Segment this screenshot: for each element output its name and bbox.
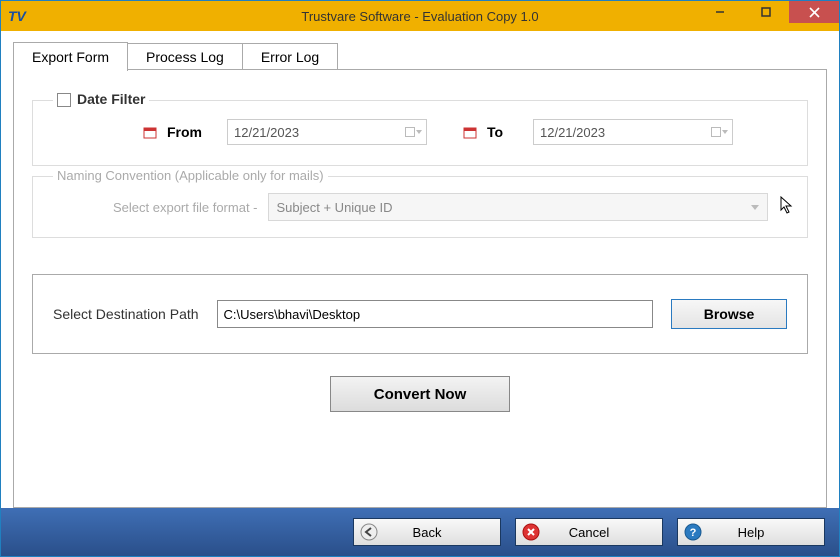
date-row: From 12/21/2023 To 12/21/2023 [143,119,787,145]
back-arrow-icon [360,523,378,541]
convert-row: Convert Now [32,376,808,412]
destination-group: Select Destination Path Browse [32,274,808,354]
close-button[interactable] [789,1,839,23]
date-filter-checkbox[interactable] [57,93,71,107]
tab-error-log[interactable]: Error Log [242,43,338,72]
app-window: TV Trustvare Software - Evaluation Copy … [0,0,840,557]
back-button[interactable]: Back [353,518,501,546]
export-form-content: Date Filter From 12/21/2023 To [14,70,826,422]
minimize-button[interactable] [697,1,743,23]
window-controls [697,1,839,31]
browse-label: Browse [704,306,755,322]
from-date-input[interactable]: 12/21/2023 [227,119,427,145]
footer-bar: Back Cancel ? Help [1,508,839,556]
date-filter-title: Date Filter [53,91,149,107]
app-logo: TV [7,5,29,27]
help-label: Help [738,525,765,540]
from-date-value: 12/21/2023 [234,125,299,140]
to-date-dropdown-icon[interactable] [710,124,728,140]
svg-text:?: ? [690,527,697,539]
client-area: Export Form Process Log Error Log Date F… [1,31,839,556]
browse-button[interactable]: Browse [671,299,787,329]
file-format-value: Subject + Unique ID [277,200,393,215]
file-format-combobox[interactable]: Subject + Unique ID [268,193,768,221]
to-label: To [487,124,523,140]
help-button[interactable]: ? Help [677,518,825,546]
tab-export-form[interactable]: Export Form [13,42,128,71]
title-bar[interactable]: TV Trustvare Software - Evaluation Copy … [1,1,839,31]
back-label: Back [413,525,442,540]
naming-row: Select export file format - Subject + Un… [113,193,787,221]
help-question-icon: ? [684,523,702,541]
destination-label: Select Destination Path [53,306,199,322]
to-date-value: 12/21/2023 [540,125,605,140]
maximize-button[interactable] [743,1,789,23]
tab-process-log[interactable]: Process Log [127,43,243,72]
naming-convention-group: Naming Convention (Applicable only for m… [32,176,808,238]
tab-body: Date Filter From 12/21/2023 To [13,69,827,508]
naming-label: Select export file format - [113,200,258,215]
date-filter-label: Date Filter [77,91,145,107]
tab-label: Process Log [146,49,224,65]
naming-group-title: Naming Convention (Applicable only for m… [53,168,328,183]
to-date-input[interactable]: 12/21/2023 [533,119,733,145]
convert-now-button[interactable]: Convert Now [330,376,510,412]
tabs-container: Export Form Process Log Error Log Date F… [1,31,839,508]
cancel-button[interactable]: Cancel [515,518,663,546]
from-label: From [167,124,217,140]
cancel-label: Cancel [569,525,609,540]
chevron-down-icon [751,205,759,210]
destination-path-input[interactable] [217,300,653,328]
tab-strip: Export Form Process Log Error Log [13,41,827,70]
calendar-icon [463,125,477,139]
calendar-icon [143,125,157,139]
tab-label: Error Log [261,49,319,65]
tab-label: Export Form [32,49,109,65]
from-date-dropdown-icon[interactable] [404,124,422,140]
cancel-x-icon [522,523,540,541]
svg-text:TV: TV [8,8,28,24]
convert-label: Convert Now [374,386,467,403]
date-filter-group: Date Filter From 12/21/2023 To [32,100,808,166]
